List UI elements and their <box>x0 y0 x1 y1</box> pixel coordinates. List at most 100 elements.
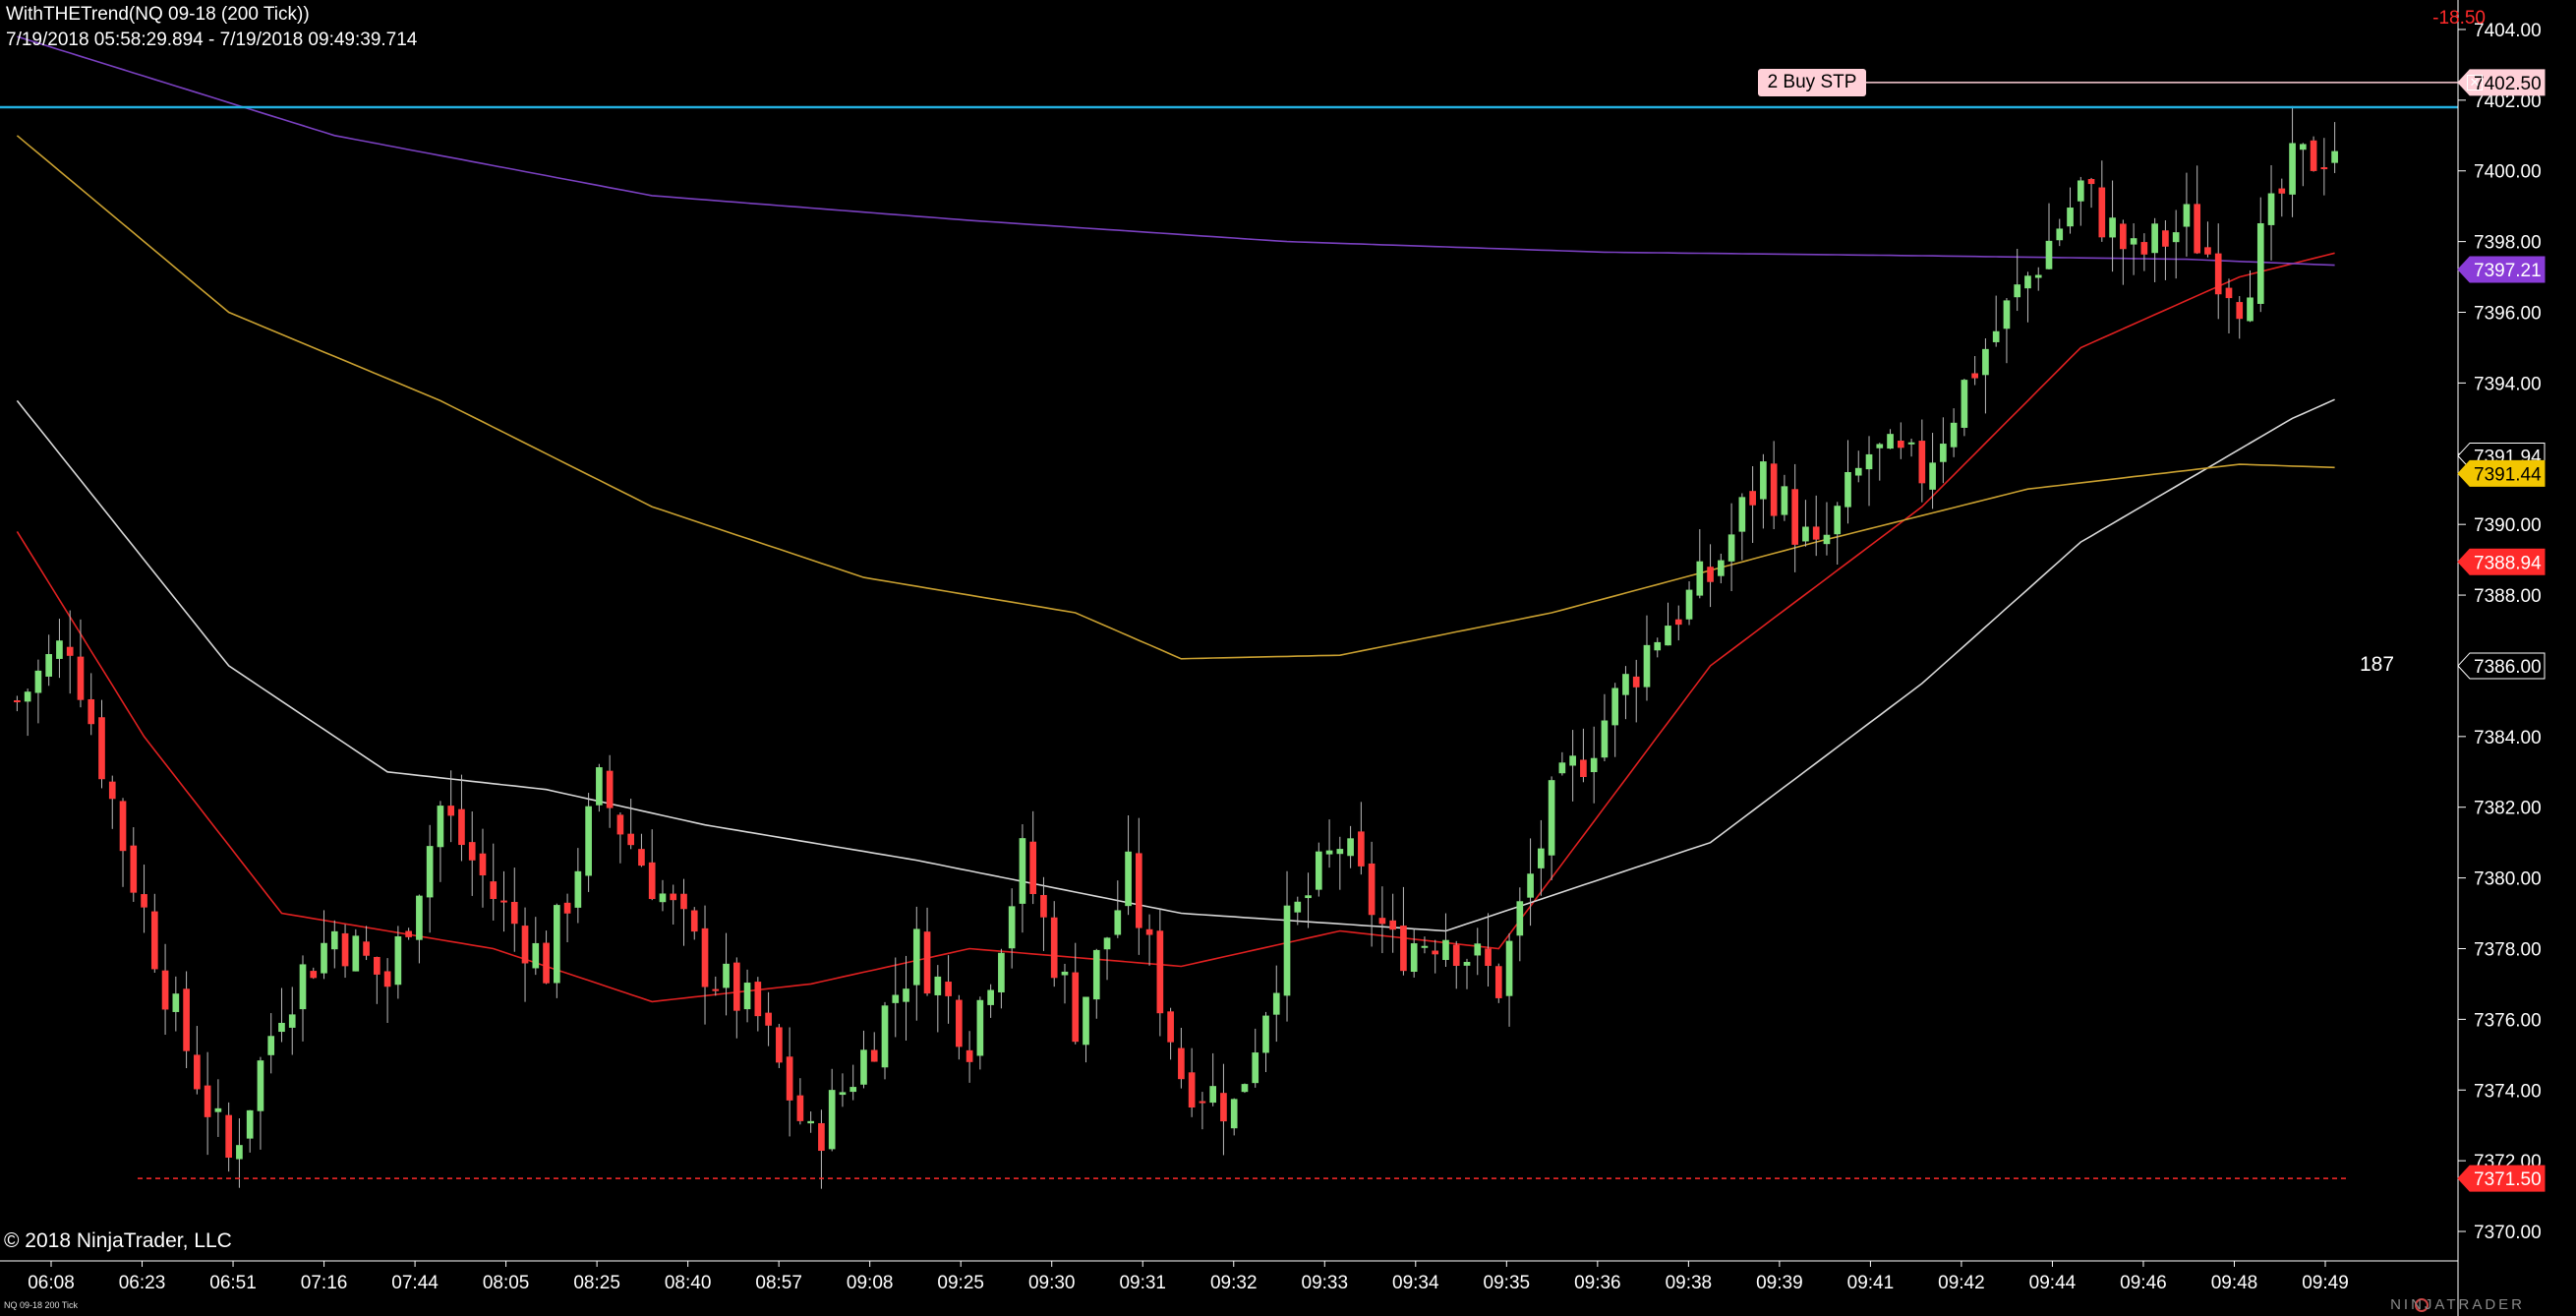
price-badge-label: 7371.50 <box>2474 1169 2542 1190</box>
candle-body <box>1135 853 1142 928</box>
copyright-text: © 2018 NinjaTrader, LLC <box>4 1229 232 1252</box>
candle-body <box>2247 297 2254 322</box>
candle-body <box>2331 150 2338 163</box>
x-tick-label: 09:38 <box>1666 1273 1713 1293</box>
x-axis[interactable]: 06:08 06:23 06:51 07:16 07:44 08:05 08:25 08:40… <box>0 1260 2458 1293</box>
candle-body <box>1358 831 1365 867</box>
candle-body <box>321 942 327 974</box>
x-tick-label: 09:49 <box>2302 1273 2349 1293</box>
candle-body <box>1876 444 1884 449</box>
candle-body <box>34 670 42 693</box>
candle-body <box>1961 380 1968 428</box>
candle-body <box>1516 901 1524 936</box>
candle-body <box>1103 937 1111 950</box>
x-tick-label: 07:44 <box>391 1273 439 1293</box>
candle-body <box>1029 841 1037 894</box>
candle-body <box>1485 948 1492 967</box>
x-tick-label: 09:48 <box>2211 1273 2258 1293</box>
candle-body <box>1188 1072 1196 1108</box>
y-tick-label: 7376.00 <box>2474 1010 2542 1031</box>
price-badge-label: 7391.44 <box>2474 464 2542 485</box>
candle-body <box>1209 1086 1217 1104</box>
close-order-icon[interactable]: ✕ <box>2467 74 2483 90</box>
candle-body <box>659 893 667 903</box>
candle-body <box>743 983 751 1010</box>
candle-body <box>903 988 909 1002</box>
candle-body <box>870 1049 878 1062</box>
candle-body <box>1378 918 1386 925</box>
candle-body <box>500 900 507 903</box>
x-tick-label: 09:42 <box>1938 1273 1985 1293</box>
x-tick-label: 09:31 <box>1119 1273 1166 1293</box>
candle-body <box>1019 838 1026 904</box>
candle-body <box>1230 1099 1238 1129</box>
x-tick-label: 09:34 <box>1392 1273 1439 1293</box>
candle-body <box>416 895 423 940</box>
candle-body <box>1802 526 1809 542</box>
candle-body <box>288 1014 296 1028</box>
candle-body <box>194 1054 201 1090</box>
x-tick-label: 08:40 <box>665 1273 712 1293</box>
candle-body <box>574 870 582 908</box>
candle-body <box>2003 300 2011 329</box>
candle-body <box>638 849 645 867</box>
candle-body <box>807 1120 814 1124</box>
candle-body <box>680 893 687 910</box>
candle-body <box>341 932 349 967</box>
candle-body <box>2172 232 2180 243</box>
candle-body <box>257 1060 264 1111</box>
candle-body <box>490 881 498 900</box>
candle-body <box>458 808 465 846</box>
x-tick-label: 09:46 <box>2120 1273 2167 1293</box>
candle-body <box>1548 780 1555 856</box>
candle-body <box>1145 928 1153 935</box>
horizontal-price-lines <box>0 82 2458 1179</box>
x-tick-label: 06:08 <box>28 1273 75 1293</box>
candle-body <box>1294 901 1302 913</box>
y-tick-label: 7394.00 <box>2474 374 2542 394</box>
candle-body <box>1272 992 1280 1015</box>
candle-body <box>1823 534 1831 545</box>
candle-body <box>468 842 476 861</box>
candle-body <box>892 994 900 1003</box>
candle-body <box>606 770 614 808</box>
candle-body <box>2067 208 2074 227</box>
candle-body <box>310 971 318 979</box>
price-chart[interactable]: 7404.007402.007400.007398.007396.007394.… <box>0 0 2576 1316</box>
candle-body <box>2204 247 2211 255</box>
candle-body <box>437 806 444 848</box>
y-tick-label: 7396.00 <box>2474 304 2542 325</box>
candle-body <box>1844 471 1851 508</box>
candle-body <box>1156 930 1164 1014</box>
candle-body <box>1061 971 1069 976</box>
x-tick-label: 06:51 <box>209 1273 257 1293</box>
candle-body <box>839 1092 847 1096</box>
candle-body <box>1982 348 1989 376</box>
buy-stop-order-label[interactable]: 2 Buy STP <box>1758 68 1866 96</box>
candle-body <box>923 931 931 994</box>
candle-body <box>1199 1101 1206 1104</box>
candle-body <box>1336 849 1344 855</box>
candle-body <box>1727 534 1735 562</box>
candle-body <box>1178 1047 1185 1080</box>
candle-body <box>77 656 85 700</box>
candle-body <box>1971 373 1978 379</box>
candle-body <box>1432 950 1439 955</box>
chart-title: WithTHETrend(NQ 09-18 (200 Tick)) <box>6 4 310 25</box>
x-tick-label: 06:23 <box>119 1273 166 1293</box>
x-tick-label: 09:44 <box>2029 1273 2077 1293</box>
candle-body <box>1442 939 1449 961</box>
candle-body <box>426 846 434 898</box>
candle-body <box>1749 491 1756 506</box>
candle-body <box>828 1090 836 1150</box>
price-badge-label: 7386.00 <box>2474 657 2542 678</box>
candle-body <box>119 801 127 852</box>
candle-body <box>2320 167 2328 170</box>
candle-body <box>2194 204 2201 254</box>
candle-body <box>712 988 720 991</box>
candle-body <box>1760 461 1767 500</box>
candle-body <box>966 1049 973 1062</box>
candlesticks <box>14 105 2338 1189</box>
brand-watermark: NINJATRADER <box>2390 1296 2525 1313</box>
y-tick-label: 7374.00 <box>2474 1081 2542 1102</box>
